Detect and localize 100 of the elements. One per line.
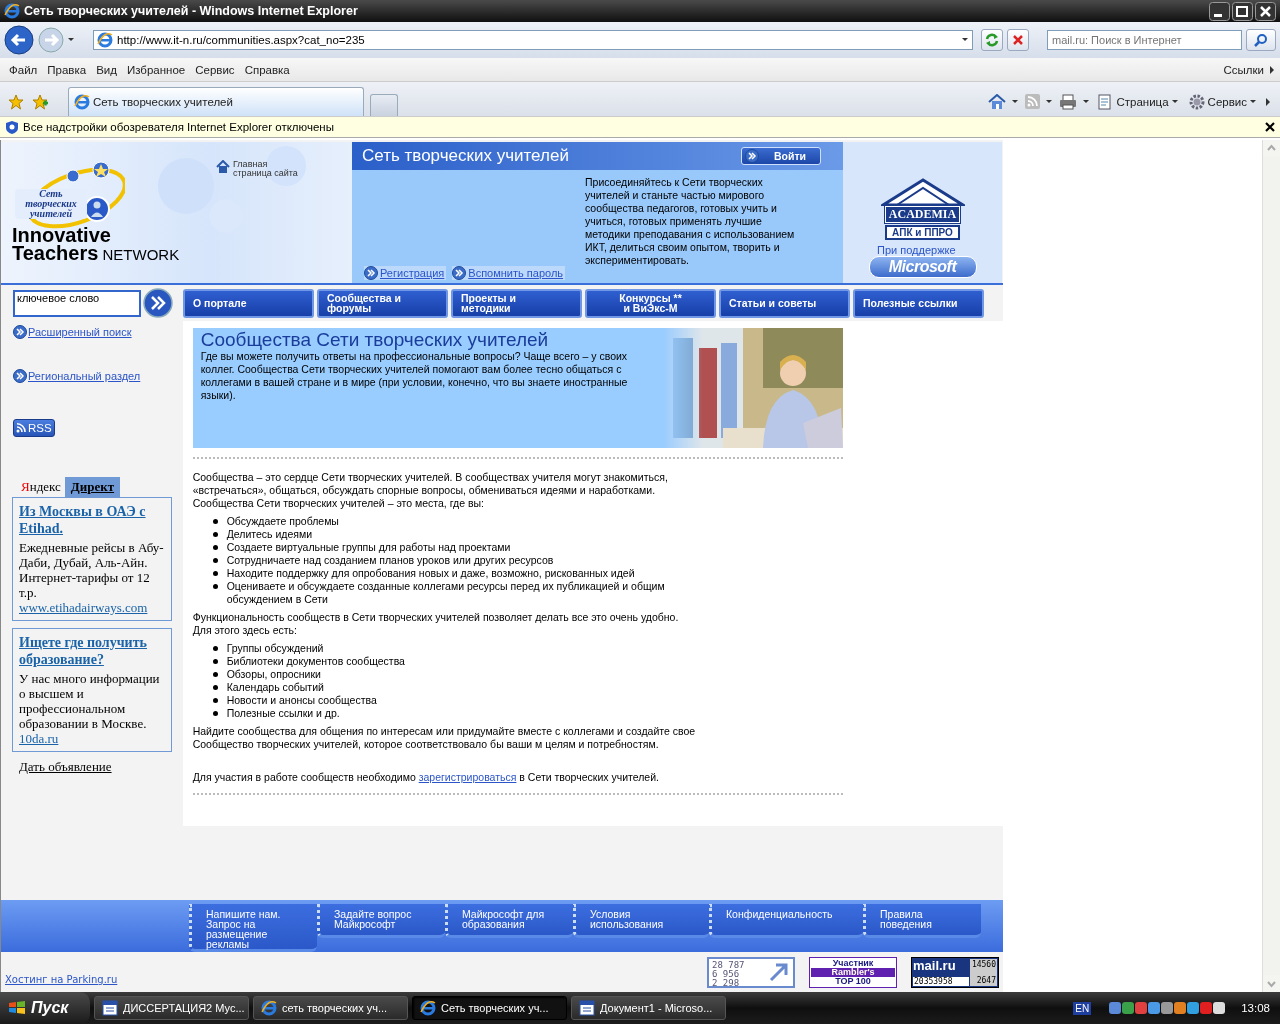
language-indicator: EN [1073,1001,1092,1015]
nav-button[interactable]: Конкурсы ** и ВиЭкс-М [585,288,716,318]
caret-icon[interactable] [1012,99,1020,104]
windows-flag-icon [8,1000,26,1016]
paragraph: Сообщества – это сердце Сети творческих учителей. В сообществах учителя могут знакомиться, «встречаться», общаться, обсуждать спорные вопросы, обмениваться идеями и наработками. Сообщества Сети творческих учителей – это места, где вы: [192,471,669,510]
register-link[interactable]: зарегистрироваться [418,771,517,783]
scrollbar[interactable] [1262,140,1280,992]
post-ad-link[interactable]: Дать объявление [19,759,181,775]
arrow-circle-icon [13,369,27,383]
nav-button[interactable]: Статьи и советы [719,288,850,318]
window-title: Сеть творческих учителей - Windows Internet Explorer [24,4,359,18]
back-button[interactable] [4,25,34,55]
menu-item[interactable]: Сервис [190,63,240,76]
browser-icon [4,3,20,19]
chevron-icon[interactable] [1265,97,1272,106]
menu-item[interactable]: Файл [4,63,43,76]
bullet-icon [212,698,218,703]
ad-title[interactable]: Ищете где получить образование? [19,634,165,668]
footer-link[interactable]: Напишите нам. Запрос на размещение рекламы [189,904,317,952]
bullet-icon [212,685,218,690]
partner-logo: ACADEMIA АПК и ППРО [880,178,965,240]
caret-icon[interactable] [1046,99,1054,104]
site-title: Сеть творческих учителей [362,146,570,166]
visit-counter: 28 787 6 956 2 298 [707,956,795,988]
menu-item[interactable]: Правка [42,63,92,76]
ad-title[interactable]: Из Москвы в ОАЭ с Etihad. [19,503,165,537]
menu-item[interactable]: Избранное [121,63,191,76]
close-button[interactable] [1255,1,1276,21]
caret-icon[interactable] [68,38,75,42]
menu-item[interactable]: Справка [239,63,295,76]
list-item: Обсуждаете проблемы [226,515,339,528]
support-label: При поддержке [877,244,956,256]
ads-tab[interactable]: Директ [64,477,121,497]
rss-button[interactable]: RSS [13,419,55,437]
list-item: Календарь событий [226,681,324,694]
footer-link[interactable]: Условия использования [573,904,709,938]
footer-link[interactable]: Правила поведения [863,904,981,938]
login-button[interactable]: Войти [741,147,821,165]
caret-icon[interactable] [1083,99,1091,104]
add-favorite-icon[interactable] [32,93,48,110]
ad-url[interactable]: 10da.ru [19,731,165,746]
hosting-link[interactable]: Хостинг на Parking.ru [5,973,118,985]
maximize-button[interactable] [1232,1,1253,21]
bullet-icon [212,545,218,550]
home-link[interactable]: Главная страница сайта [216,160,305,178]
minimize-button[interactable] [1209,1,1230,21]
bullet-icon [212,584,218,589]
brand-suffix: NETWORK [101,246,180,263]
command-button[interactable]: Страница [1096,93,1181,110]
nav-button[interactable]: Сообщества и форумы [317,288,448,318]
search-field[interactable]: mail.ru: Поиск в Интернет [1047,30,1242,50]
brand-name: Innovative [12,226,112,244]
caret-icon[interactable] [962,38,969,42]
taskbar-button[interactable]: ДИССЕРТАЦИЯ2 Мус... [94,996,249,1020]
keyword-field[interactable]: ключевое слово [13,289,141,317]
footer-link[interactable]: Конфиденциальность [709,904,863,938]
printer-icon[interactable] [1059,93,1078,110]
ad-url[interactable]: www.etihadairways.com [19,600,165,615]
nav-button[interactable]: Проекты и методики [451,288,582,318]
visit-counter: mail.ru 20353958 14560 2647 [911,956,999,988]
links-menu[interactable]: Ссылки [1218,63,1269,76]
taskbar-button[interactable]: сеть творческих уч... [253,996,408,1020]
chevron-icon[interactable] [1269,65,1276,74]
favorites-star-icon[interactable] [8,93,24,110]
arrow-circle-icon [452,266,467,280]
stop-button[interactable] [1007,29,1029,51]
address-field[interactable]: http://www.it-n.ru/communities.aspx?cat_no=235 [93,30,973,50]
search-button[interactable] [1246,29,1276,51]
taskbar-button[interactable]: Документ1 - Microso... [571,996,726,1020]
browser-tab[interactable]: Сеть творческих учителей [68,87,364,116]
nav-button[interactable]: Полезные ссылки [853,288,984,318]
search-go-button[interactable] [143,288,173,318]
list-item: Группы обсуждений [226,642,324,655]
arrow-circle-icon [745,149,759,163]
refresh-button[interactable] [981,29,1003,51]
feed-icon [16,423,26,433]
command-button[interactable]: Сервис [1186,93,1259,110]
search-icon [1254,33,1268,47]
nav-button[interactable]: О портале [183,288,314,318]
footer-link[interactable]: Задайте вопрос Майкрософт [317,904,445,938]
sponsor-logo: Microsoft [868,256,977,278]
footer-link[interactable]: Майкрософт для образования [445,904,573,938]
menu-item[interactable]: Вид [91,63,122,76]
document-icon [579,1000,595,1016]
home-icon[interactable] [988,93,1007,110]
refresh-icon [985,33,999,47]
taskbar-button[interactable]: Сеть творческих уч... [412,996,567,1020]
close-icon[interactable] [1265,122,1275,132]
header-link[interactable]: Вспомнить пароль [452,266,566,280]
paragraph: Для участия в работе сообществ необходимо зарегистрироваться в Сети творческих учителей. [192,771,660,784]
list-item: Создаете виртуальные группы для работы над проектами [226,541,511,554]
sidebar-link[interactable]: Расширенный поиск [13,325,181,339]
bullet-icon [212,711,218,716]
ads-brand: Яндекс [20,478,62,496]
list-item: Обзоры, опросники [226,668,321,681]
start-button[interactable]: Пуск [0,992,90,1024]
bullet-icon [212,646,218,651]
header-link[interactable]: Регистрация [364,266,447,280]
sidebar-link[interactable]: Региональный раздел [13,369,181,383]
bullet-icon [212,519,218,524]
